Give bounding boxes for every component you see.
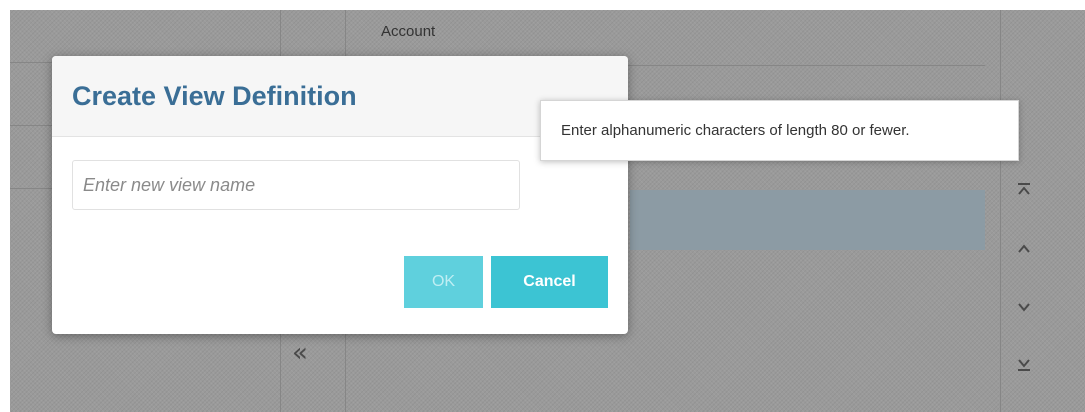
- column-divider: [1000, 10, 1001, 412]
- chevron-down-icon: [1012, 300, 1036, 314]
- column-header-account: Account: [381, 23, 436, 40]
- cancel-button[interactable]: Cancel: [491, 256, 608, 308]
- tooltip-arrow: [522, 142, 541, 156]
- move-down-button[interactable]: [1012, 300, 1036, 314]
- create-view-dialog: Create View Definition OK Cancel: [52, 56, 628, 334]
- validation-tooltip: Enter alphanumeric characters of length …: [540, 100, 1019, 161]
- move-to-top-button[interactable]: [1012, 182, 1036, 196]
- double-chevron-left-icon: «: [292, 338, 308, 368]
- ok-button[interactable]: OK: [404, 256, 483, 308]
- move-to-bottom-button[interactable]: [1012, 358, 1036, 372]
- move-to-bottom-icon: [1012, 358, 1036, 372]
- selected-row[interactable]: [630, 190, 985, 250]
- move-up-button[interactable]: [1012, 242, 1036, 256]
- chevron-up-icon: [1012, 242, 1036, 256]
- move-left-button[interactable]: «: [292, 340, 308, 366]
- dialog-title: Create View Definition: [72, 81, 357, 111]
- move-to-top-icon: [1012, 182, 1036, 196]
- view-name-input[interactable]: [72, 160, 520, 210]
